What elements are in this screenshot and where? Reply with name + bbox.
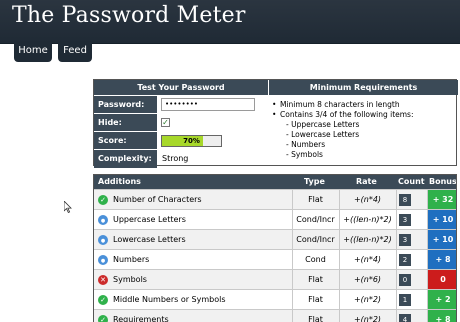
status-fail-icon bbox=[98, 275, 108, 285]
requirement-subitem: - Lowercase Letters bbox=[286, 130, 360, 139]
row-count-cell: 1 bbox=[396, 290, 426, 310]
requirement-subitem: - Uppercase Letters bbox=[286, 120, 360, 129]
header-bonus: Bonus bbox=[429, 177, 457, 186]
row-type: Flat bbox=[292, 290, 338, 310]
status-info-icon bbox=[98, 255, 108, 265]
requirements-heading: Minimum Requirements bbox=[269, 80, 458, 95]
row-addition: Requirements bbox=[113, 315, 169, 322]
table-header: Additions Type Rate Count Bonus bbox=[94, 175, 457, 189]
table-row: Lowercase Letters Cond/Incr+((len-n)*2) 3 +… bbox=[94, 229, 456, 250]
row-type: Cond/Incr bbox=[292, 230, 338, 250]
score-label: Score: bbox=[94, 132, 157, 150]
row-rate: +((len-n)*2) bbox=[339, 230, 395, 250]
password-test-panel: Test Your Password Minimum Requirements … bbox=[93, 79, 458, 168]
row-count: 3 bbox=[399, 234, 411, 246]
row-count-cell: 0 bbox=[396, 270, 426, 290]
row-count-cell: 2 bbox=[396, 250, 426, 270]
row-count-cell: 3 bbox=[396, 230, 426, 250]
nav-home-button[interactable]: Home bbox=[14, 42, 52, 62]
nav-feed-button[interactable]: Feed bbox=[58, 42, 92, 62]
additions-table: Additions Type Rate Count Bonus Number o… bbox=[93, 174, 457, 322]
complexity-label: Complexity: bbox=[94, 150, 157, 168]
row-type: Flat bbox=[292, 190, 338, 210]
status-pass-icon bbox=[98, 295, 108, 305]
row-addition: Uppercase Letters bbox=[113, 215, 186, 224]
hide-row: Hide: ✓ bbox=[94, 113, 269, 132]
row-rate: +((len-n)*2) bbox=[339, 210, 395, 230]
row-rate: +(n*2) bbox=[339, 290, 395, 310]
row-rate: +(n*6) bbox=[339, 270, 395, 290]
site-header: The Password Meter bbox=[0, 0, 460, 44]
score-bar: 70% bbox=[161, 135, 222, 147]
mouse-cursor-icon bbox=[64, 201, 72, 213]
row-bonus: + 10 bbox=[427, 210, 456, 230]
row-count: 0 bbox=[399, 274, 411, 286]
table-row: Middle Numbers or Symbols Flat+(n*2) 1 + 2 bbox=[94, 289, 456, 310]
table-row: Uppercase Letters Cond/Incr+((len-n)*2) 3 +… bbox=[94, 209, 456, 230]
row-bonus: + 8 bbox=[427, 250, 456, 270]
site-title: The Password Meter bbox=[12, 3, 246, 28]
table-row: Symbols Flat+(n*6) 0 0 bbox=[94, 269, 456, 290]
score-value: 70% bbox=[183, 137, 200, 145]
table-row: Number of Characters Flat+(n*4) 8 + 32 bbox=[94, 189, 456, 210]
row-bonus: + 2 bbox=[427, 290, 456, 310]
row-addition: Middle Numbers or Symbols bbox=[113, 295, 226, 304]
row-count: 2 bbox=[399, 254, 411, 266]
status-info-icon bbox=[98, 215, 108, 225]
row-count: 8 bbox=[399, 194, 411, 206]
row-bonus: + 8 bbox=[427, 310, 456, 322]
row-bonus: + 10 bbox=[427, 230, 456, 250]
table-row: Numbers Cond+(n*4) 2 + 8 bbox=[94, 249, 456, 270]
row-count: 3 bbox=[399, 214, 411, 226]
row-count-cell: 4 bbox=[396, 310, 426, 322]
row-type: Cond bbox=[292, 250, 338, 270]
requirement-item: Contains 3/4 of the following items: bbox=[272, 110, 414, 120]
complexity-value: Strong bbox=[162, 154, 189, 163]
header-rate: Rate bbox=[356, 177, 377, 186]
status-pass-icon bbox=[98, 315, 108, 322]
row-type: Cond/Incr bbox=[292, 210, 338, 230]
score-row: Score: 70% bbox=[94, 131, 269, 150]
row-addition: Numbers bbox=[113, 255, 150, 264]
hide-checkbox[interactable]: ✓ bbox=[161, 118, 170, 127]
row-addition: Lowercase Letters bbox=[113, 235, 186, 244]
hide-label: Hide: bbox=[94, 114, 157, 132]
password-row: Password: •••••••• bbox=[94, 95, 269, 114]
row-type: Flat bbox=[292, 310, 338, 322]
status-pass-icon bbox=[98, 195, 108, 205]
status-info-icon bbox=[98, 235, 108, 245]
requirement-item: Minimum 8 characters in length bbox=[272, 100, 413, 110]
row-rate: +(n*4) bbox=[339, 190, 395, 210]
row-rate: +(n*2) bbox=[339, 310, 395, 322]
row-addition: Number of Characters bbox=[113, 195, 202, 204]
row-bonus: + 32 bbox=[427, 190, 456, 210]
requirement-subitem: - Numbers bbox=[286, 140, 326, 149]
row-type: Flat bbox=[292, 270, 338, 290]
requirements-list: Minimum 8 characters in length Contains … bbox=[272, 100, 414, 160]
requirement-subitem: - Symbols bbox=[286, 150, 323, 159]
header-count: Count bbox=[398, 177, 425, 186]
password-label: Password: bbox=[94, 96, 157, 114]
row-rate: +(n*4) bbox=[339, 250, 395, 270]
complexity-row: Complexity: Strong bbox=[94, 149, 269, 168]
row-count: 4 bbox=[399, 314, 411, 322]
row-addition: Symbols bbox=[113, 275, 147, 284]
password-input[interactable]: •••••••• bbox=[161, 98, 255, 111]
header-additions: Additions bbox=[98, 177, 141, 186]
row-count-cell: 3 bbox=[396, 210, 426, 230]
header-type: Type bbox=[304, 177, 325, 186]
row-count: 1 bbox=[399, 294, 411, 306]
table-row: Requirements Flat+(n*2) 4 + 8 bbox=[94, 309, 456, 322]
row-bonus: 0 bbox=[427, 270, 456, 290]
test-panel-heading: Test Your Password bbox=[94, 80, 269, 95]
row-count-cell: 8 bbox=[396, 190, 426, 210]
